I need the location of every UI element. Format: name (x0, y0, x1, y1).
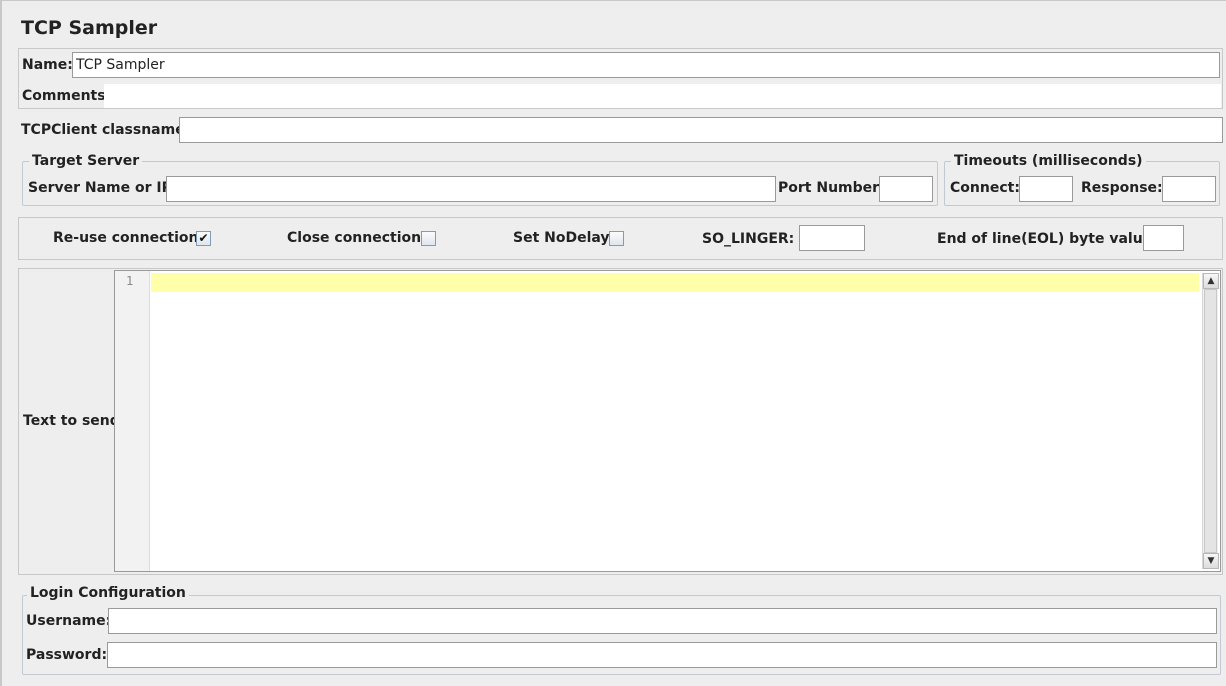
server-name-label: Server Name or IP: (28, 180, 178, 196)
current-line-highlight (151, 273, 1199, 292)
classname-label: TCPClient classname: (21, 122, 191, 138)
reuse-connection-checkbox[interactable]: ✔ (196, 231, 211, 246)
close-connection-label: Close connection (287, 230, 422, 246)
comments-field[interactable] (104, 84, 1221, 108)
connect-timeout-input[interactable] (1019, 176, 1073, 202)
response-timeout-input[interactable] (1162, 176, 1216, 202)
name-input[interactable] (72, 52, 1220, 78)
timeouts-legend: Timeouts (milliseconds) (951, 153, 1146, 169)
port-number-input[interactable] (879, 176, 933, 202)
vertical-scrollbar[interactable]: ▲ ▼ (1202, 273, 1219, 569)
login-configuration-legend: Login Configuration (27, 585, 189, 601)
set-nodelay-label: Set NoDelay (513, 230, 610, 246)
response-label: Response: (1081, 180, 1163, 196)
name-label: Name: (22, 57, 73, 73)
target-server-legend: Target Server (29, 153, 143, 169)
line-number: 1 (126, 274, 134, 288)
line-number-gutter: 1 (115, 271, 150, 571)
password-label: Password: (26, 647, 108, 663)
reuse-connection-label: Re-use connection (53, 230, 199, 246)
comments-label: Comments: (22, 88, 112, 104)
text-to-send-editor[interactable]: 1 ▲ ▼ (114, 270, 1221, 572)
page-title: TCP Sampler (21, 17, 158, 39)
text-to-send-label: Text to send (23, 413, 120, 429)
window-left-edge (0, 0, 2, 686)
eol-byte-input[interactable] (1143, 225, 1184, 251)
port-number-label: Port Number: (778, 180, 885, 196)
username-label: Username: (26, 613, 112, 629)
connect-label: Connect: (950, 180, 1020, 196)
classname-input[interactable] (179, 117, 1223, 143)
eol-byte-label: End of line(EOL) byte value: (937, 231, 1158, 247)
so-linger-label: SO_LINGER: (702, 231, 795, 247)
close-connection-checkbox[interactable] (421, 231, 436, 246)
server-name-input[interactable] (166, 176, 776, 202)
scrollbar-thumb[interactable] (1204, 289, 1217, 553)
username-input[interactable] (108, 608, 1217, 634)
password-input[interactable] (107, 642, 1217, 668)
window-top-edge (0, 0, 1226, 1)
checkmark-icon: ✔ (198, 231, 209, 245)
set-nodelay-checkbox[interactable] (609, 231, 624, 246)
scroll-down-arrow-icon[interactable]: ▼ (1203, 553, 1219, 569)
scroll-up-arrow-icon[interactable]: ▲ (1203, 273, 1219, 289)
so-linger-input[interactable] (799, 225, 865, 251)
